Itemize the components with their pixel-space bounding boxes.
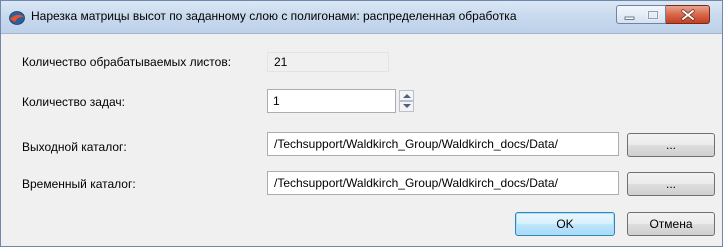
tasks-count-input[interactable]: [267, 89, 396, 113]
output-folder-input[interactable]: [267, 132, 619, 156]
window-title: Нарезка матрицы высот по заданному слою …: [31, 9, 517, 23]
minimize-button[interactable]: [616, 5, 642, 24]
title-bar[interactable]: Нарезка матрицы высот по заданному слою …: [1, 1, 722, 34]
cancel-button[interactable]: Отмена: [627, 212, 715, 236]
temp-folder-label: Временный каталог:: [22, 177, 136, 191]
minimize-icon: [624, 16, 635, 20]
tasks-count-spinner: [399, 90, 414, 112]
output-browse-button[interactable]: ...: [627, 133, 715, 157]
sheets-count-value: 21: [267, 52, 389, 72]
close-button[interactable]: [666, 5, 710, 24]
temp-folder-input[interactable]: [267, 171, 619, 195]
app-logo-icon: [9, 10, 25, 26]
ok-button[interactable]: OK: [515, 212, 615, 236]
maximize-icon: [647, 10, 659, 20]
output-folder-label: Выходной каталог:: [22, 140, 127, 154]
tasks-count-label: Количество задач:: [22, 95, 125, 109]
sheets-count-label: Количество обрабатываемых листов:: [22, 55, 232, 69]
dialog-body: Количество обрабатываемых листов: 21 Кол…: [1, 34, 722, 246]
maximize-button[interactable]: [641, 5, 666, 24]
dialog-window: Нарезка матрицы высот по заданному слою …: [0, 0, 723, 247]
arrow-up-icon: [403, 94, 411, 98]
close-icon: [681, 9, 695, 21]
spin-down-button[interactable]: [399, 101, 414, 112]
arrow-down-icon: [403, 104, 411, 108]
spin-up-button[interactable]: [399, 90, 414, 101]
temp-browse-button[interactable]: ...: [627, 172, 715, 196]
